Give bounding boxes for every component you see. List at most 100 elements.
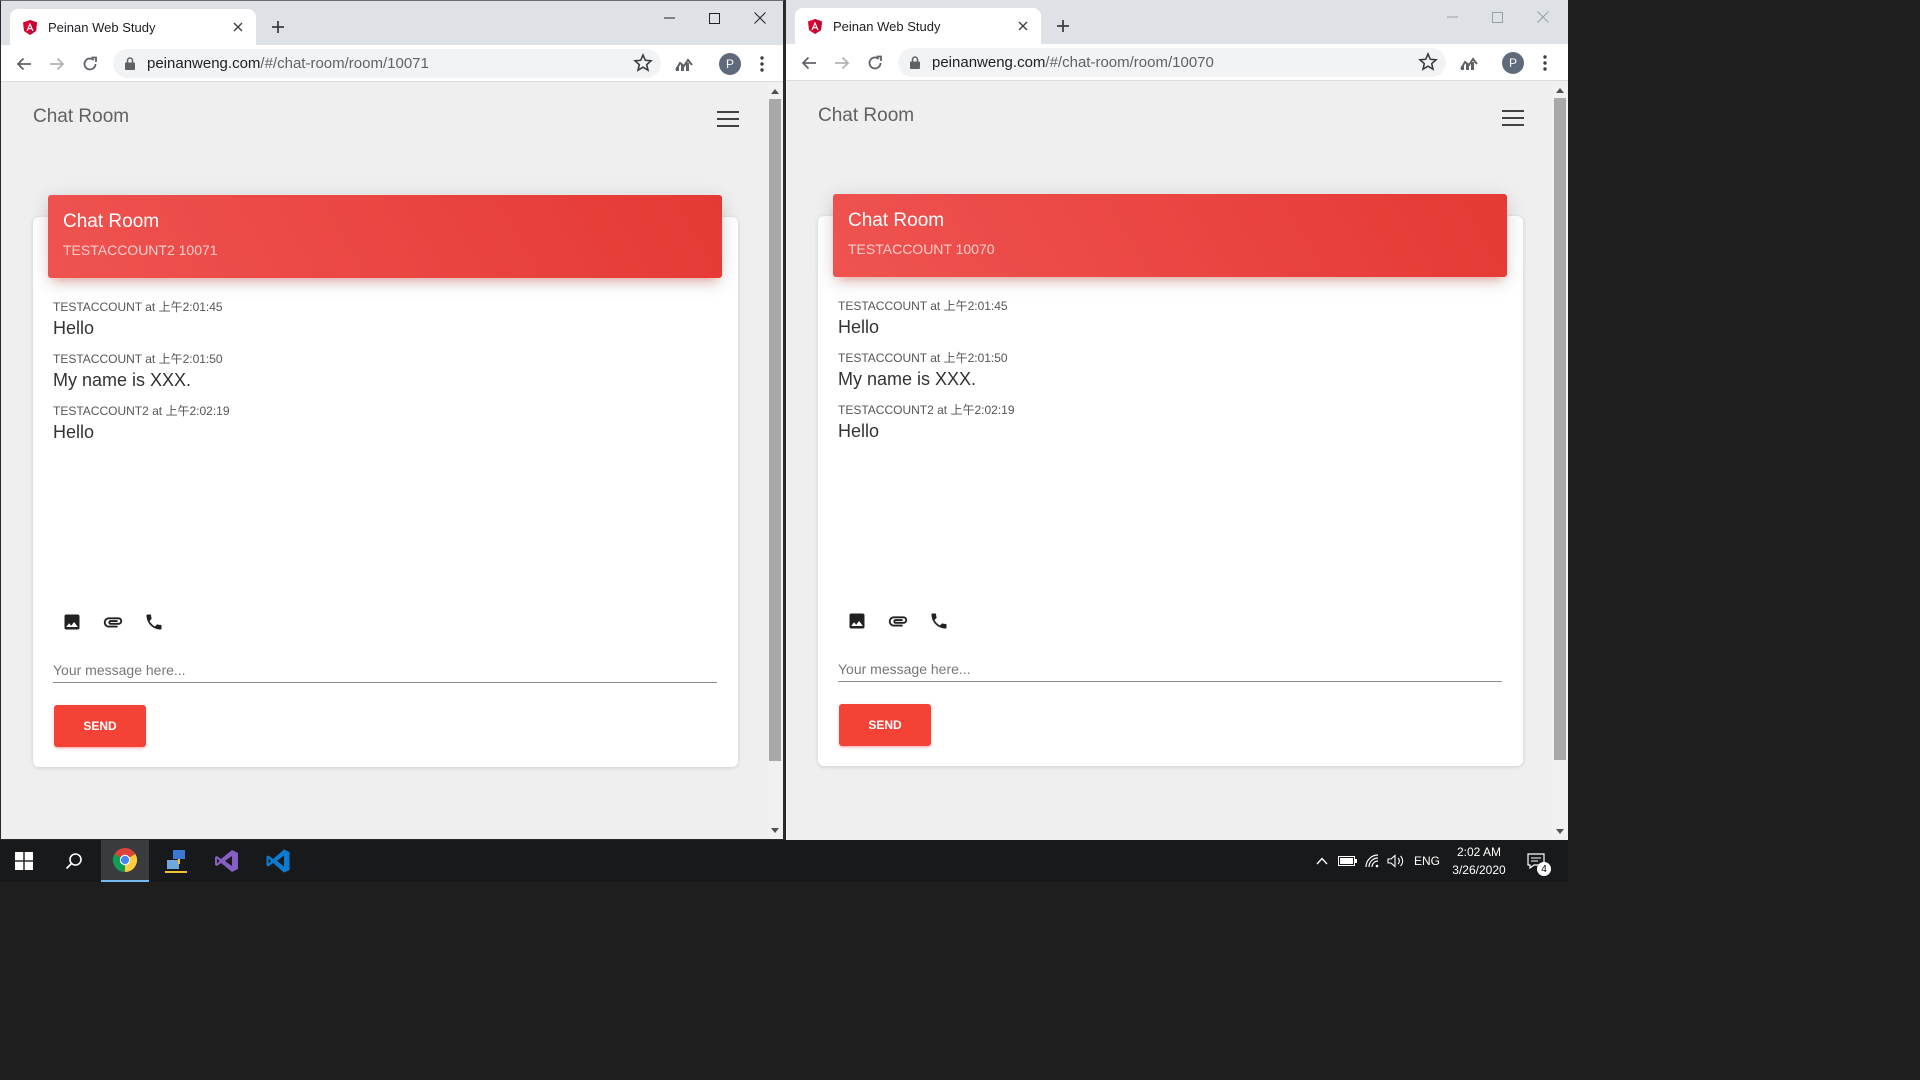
bookmark-star-icon[interactable] xyxy=(1418,51,1438,72)
search-icon[interactable] xyxy=(50,840,98,882)
scrollbar-thumb[interactable] xyxy=(769,99,781,761)
network-app-icon[interactable] xyxy=(152,840,200,882)
close-tab-icon[interactable] xyxy=(228,17,248,37)
attach-file-icon[interactable] xyxy=(102,611,124,633)
reload-icon[interactable] xyxy=(864,52,886,74)
scroll-up-icon[interactable] xyxy=(1556,88,1564,93)
reload-icon[interactable] xyxy=(79,53,101,75)
profile-avatar[interactable]: P xyxy=(1502,52,1524,74)
wifi-icon[interactable] xyxy=(1362,840,1384,882)
message-meta: TESTACCOUNT at 上午2:01:50 xyxy=(838,351,1008,365)
message-text: My name is XXX. xyxy=(838,369,977,389)
hamburger-menu-icon[interactable] xyxy=(1502,110,1524,126)
send-button[interactable]: SEND xyxy=(839,704,931,746)
navbar-title[interactable]: Chat Room xyxy=(818,105,914,127)
clock-date: 3/26/2020 xyxy=(1452,863,1506,877)
page-scrollbar[interactable] xyxy=(767,83,783,839)
message-meta: TESTACCOUNT at 上午2:01:45 xyxy=(53,300,223,314)
card-subtitle: TESTACCOUNT 10070 xyxy=(848,241,995,257)
profile-avatar[interactable]: P xyxy=(719,53,741,75)
page-viewport: Chat Room Chat Room TESTACCOUNT2 10071 T… xyxy=(1,83,768,839)
message-text: Hello xyxy=(838,421,880,441)
minimize-icon[interactable] xyxy=(1429,4,1475,30)
message-text: Hello xyxy=(53,318,95,338)
message-list: TESTACCOUNT at 上午2:01:45 Hello TESTACCOU… xyxy=(838,298,1498,454)
page-viewport: Chat Room Chat Room TESTACCOUNT 10070 TE… xyxy=(786,82,1553,840)
attach-file-icon[interactable] xyxy=(887,610,909,632)
new-tab-icon[interactable] xyxy=(267,16,289,38)
notification-count-badge: 4 xyxy=(1537,862,1551,876)
forward-icon[interactable] xyxy=(831,52,853,74)
maximize-icon[interactable] xyxy=(691,5,737,31)
volume-icon[interactable] xyxy=(1385,840,1407,882)
message-item: TESTACCOUNT at 上午2:01:50 My name is XXX. xyxy=(838,350,1498,391)
image-icon[interactable] xyxy=(846,610,868,632)
message-input[interactable] xyxy=(838,656,1502,682)
card-subtitle: TESTACCOUNT2 10071 xyxy=(63,242,218,258)
lock-icon xyxy=(909,56,921,69)
tab-strip: Peinan Web Study xyxy=(786,0,1568,44)
url-text: peinanweng.com/#/chat-room/room/10071 xyxy=(147,55,429,72)
back-icon[interactable] xyxy=(798,52,820,74)
browser-tab[interactable]: Peinan Web Study xyxy=(10,9,256,45)
message-meta: TESTACCOUNT2 at 上午2:02:19 xyxy=(53,404,230,418)
forward-icon[interactable] xyxy=(46,53,68,75)
angular-favicon-icon xyxy=(22,19,38,35)
send-button[interactable]: SEND xyxy=(54,705,146,747)
tab-title: Peinan Web Study xyxy=(833,18,941,34)
close-window-icon[interactable] xyxy=(1520,4,1566,30)
message-text: Hello xyxy=(838,317,880,337)
minimize-icon[interactable] xyxy=(646,5,692,31)
hamburger-menu-icon[interactable] xyxy=(717,111,739,127)
close-tab-icon[interactable] xyxy=(1013,16,1033,36)
phone-icon[interactable] xyxy=(143,611,165,633)
battery-icon[interactable] xyxy=(1336,840,1360,882)
browser-menu-icon[interactable] xyxy=(751,53,773,75)
message-list: TESTACCOUNT at 上午2:01:45 Hello TESTACCOU… xyxy=(53,299,713,455)
extension-icon[interactable] xyxy=(1458,52,1480,74)
message-meta: TESTACCOUNT at 上午2:01:50 xyxy=(53,352,223,366)
new-tab-icon[interactable] xyxy=(1052,15,1074,37)
system-clock[interactable]: 2:02 AM 3/26/2020 xyxy=(1440,843,1518,879)
start-icon[interactable] xyxy=(0,840,48,882)
page-scrollbar[interactable] xyxy=(1552,82,1568,840)
message-item: TESTACCOUNT at 上午2:01:45 Hello xyxy=(53,299,713,340)
tab-title: Peinan Web Study xyxy=(48,19,156,35)
chrome-icon[interactable] xyxy=(101,840,149,882)
lock-icon xyxy=(124,57,136,70)
message-item: TESTACCOUNT2 at 上午2:02:19 Hello xyxy=(838,402,1498,443)
message-input[interactable] xyxy=(53,657,717,683)
windows-taskbar: ENG 2:02 AM 3/26/2020 xyxy=(0,840,1568,882)
message-text: My name is XXX. xyxy=(53,370,192,390)
language-indicator[interactable]: ENG xyxy=(1412,840,1442,882)
back-icon[interactable] xyxy=(13,53,35,75)
chat-card: Chat Room TESTACCOUNT 10070 TESTACCOUNT … xyxy=(818,194,1523,766)
message-meta: TESTACCOUNT2 at 上午2:02:19 xyxy=(838,403,1015,417)
address-bar[interactable]: peinanweng.com/#/chat-room/room/10070 xyxy=(898,48,1446,77)
extension-icon[interactable] xyxy=(673,53,695,75)
browser-window-left: Peinan Web Study peinanweng.com/#/chat-r… xyxy=(0,0,784,840)
chevron-up-icon[interactable] xyxy=(1312,840,1332,882)
address-bar[interactable]: peinanweng.com/#/chat-room/room/10071 xyxy=(113,49,661,78)
card-header: Chat Room TESTACCOUNT2 10071 xyxy=(48,195,722,278)
vscode-icon[interactable] xyxy=(254,840,302,882)
image-icon[interactable] xyxy=(61,611,83,633)
visual-studio-icon[interactable] xyxy=(203,840,251,882)
scroll-down-icon[interactable] xyxy=(771,828,779,833)
clock-time: 2:02 AM xyxy=(1456,845,1502,859)
browser-menu-icon[interactable] xyxy=(1534,52,1556,74)
attachment-toolbar xyxy=(61,611,184,633)
scroll-up-icon[interactable] xyxy=(771,89,779,94)
maximize-icon[interactable] xyxy=(1474,4,1520,30)
navbar-title[interactable]: Chat Room xyxy=(33,106,129,128)
phone-icon[interactable] xyxy=(928,610,950,632)
close-window-icon[interactable] xyxy=(737,5,783,31)
url-path: /#/chat-room/room/10070 xyxy=(1045,54,1214,71)
bookmark-star-icon[interactable] xyxy=(633,52,653,73)
browser-toolbar: peinanweng.com/#/chat-room/room/10071 P xyxy=(1,45,783,82)
browser-tab[interactable]: Peinan Web Study xyxy=(795,8,1041,44)
card-title: Chat Room xyxy=(63,211,160,232)
scrollbar-thumb[interactable] xyxy=(1554,98,1566,760)
scroll-down-icon[interactable] xyxy=(1556,829,1564,834)
message-meta: TESTACCOUNT at 上午2:01:45 xyxy=(838,299,1008,313)
